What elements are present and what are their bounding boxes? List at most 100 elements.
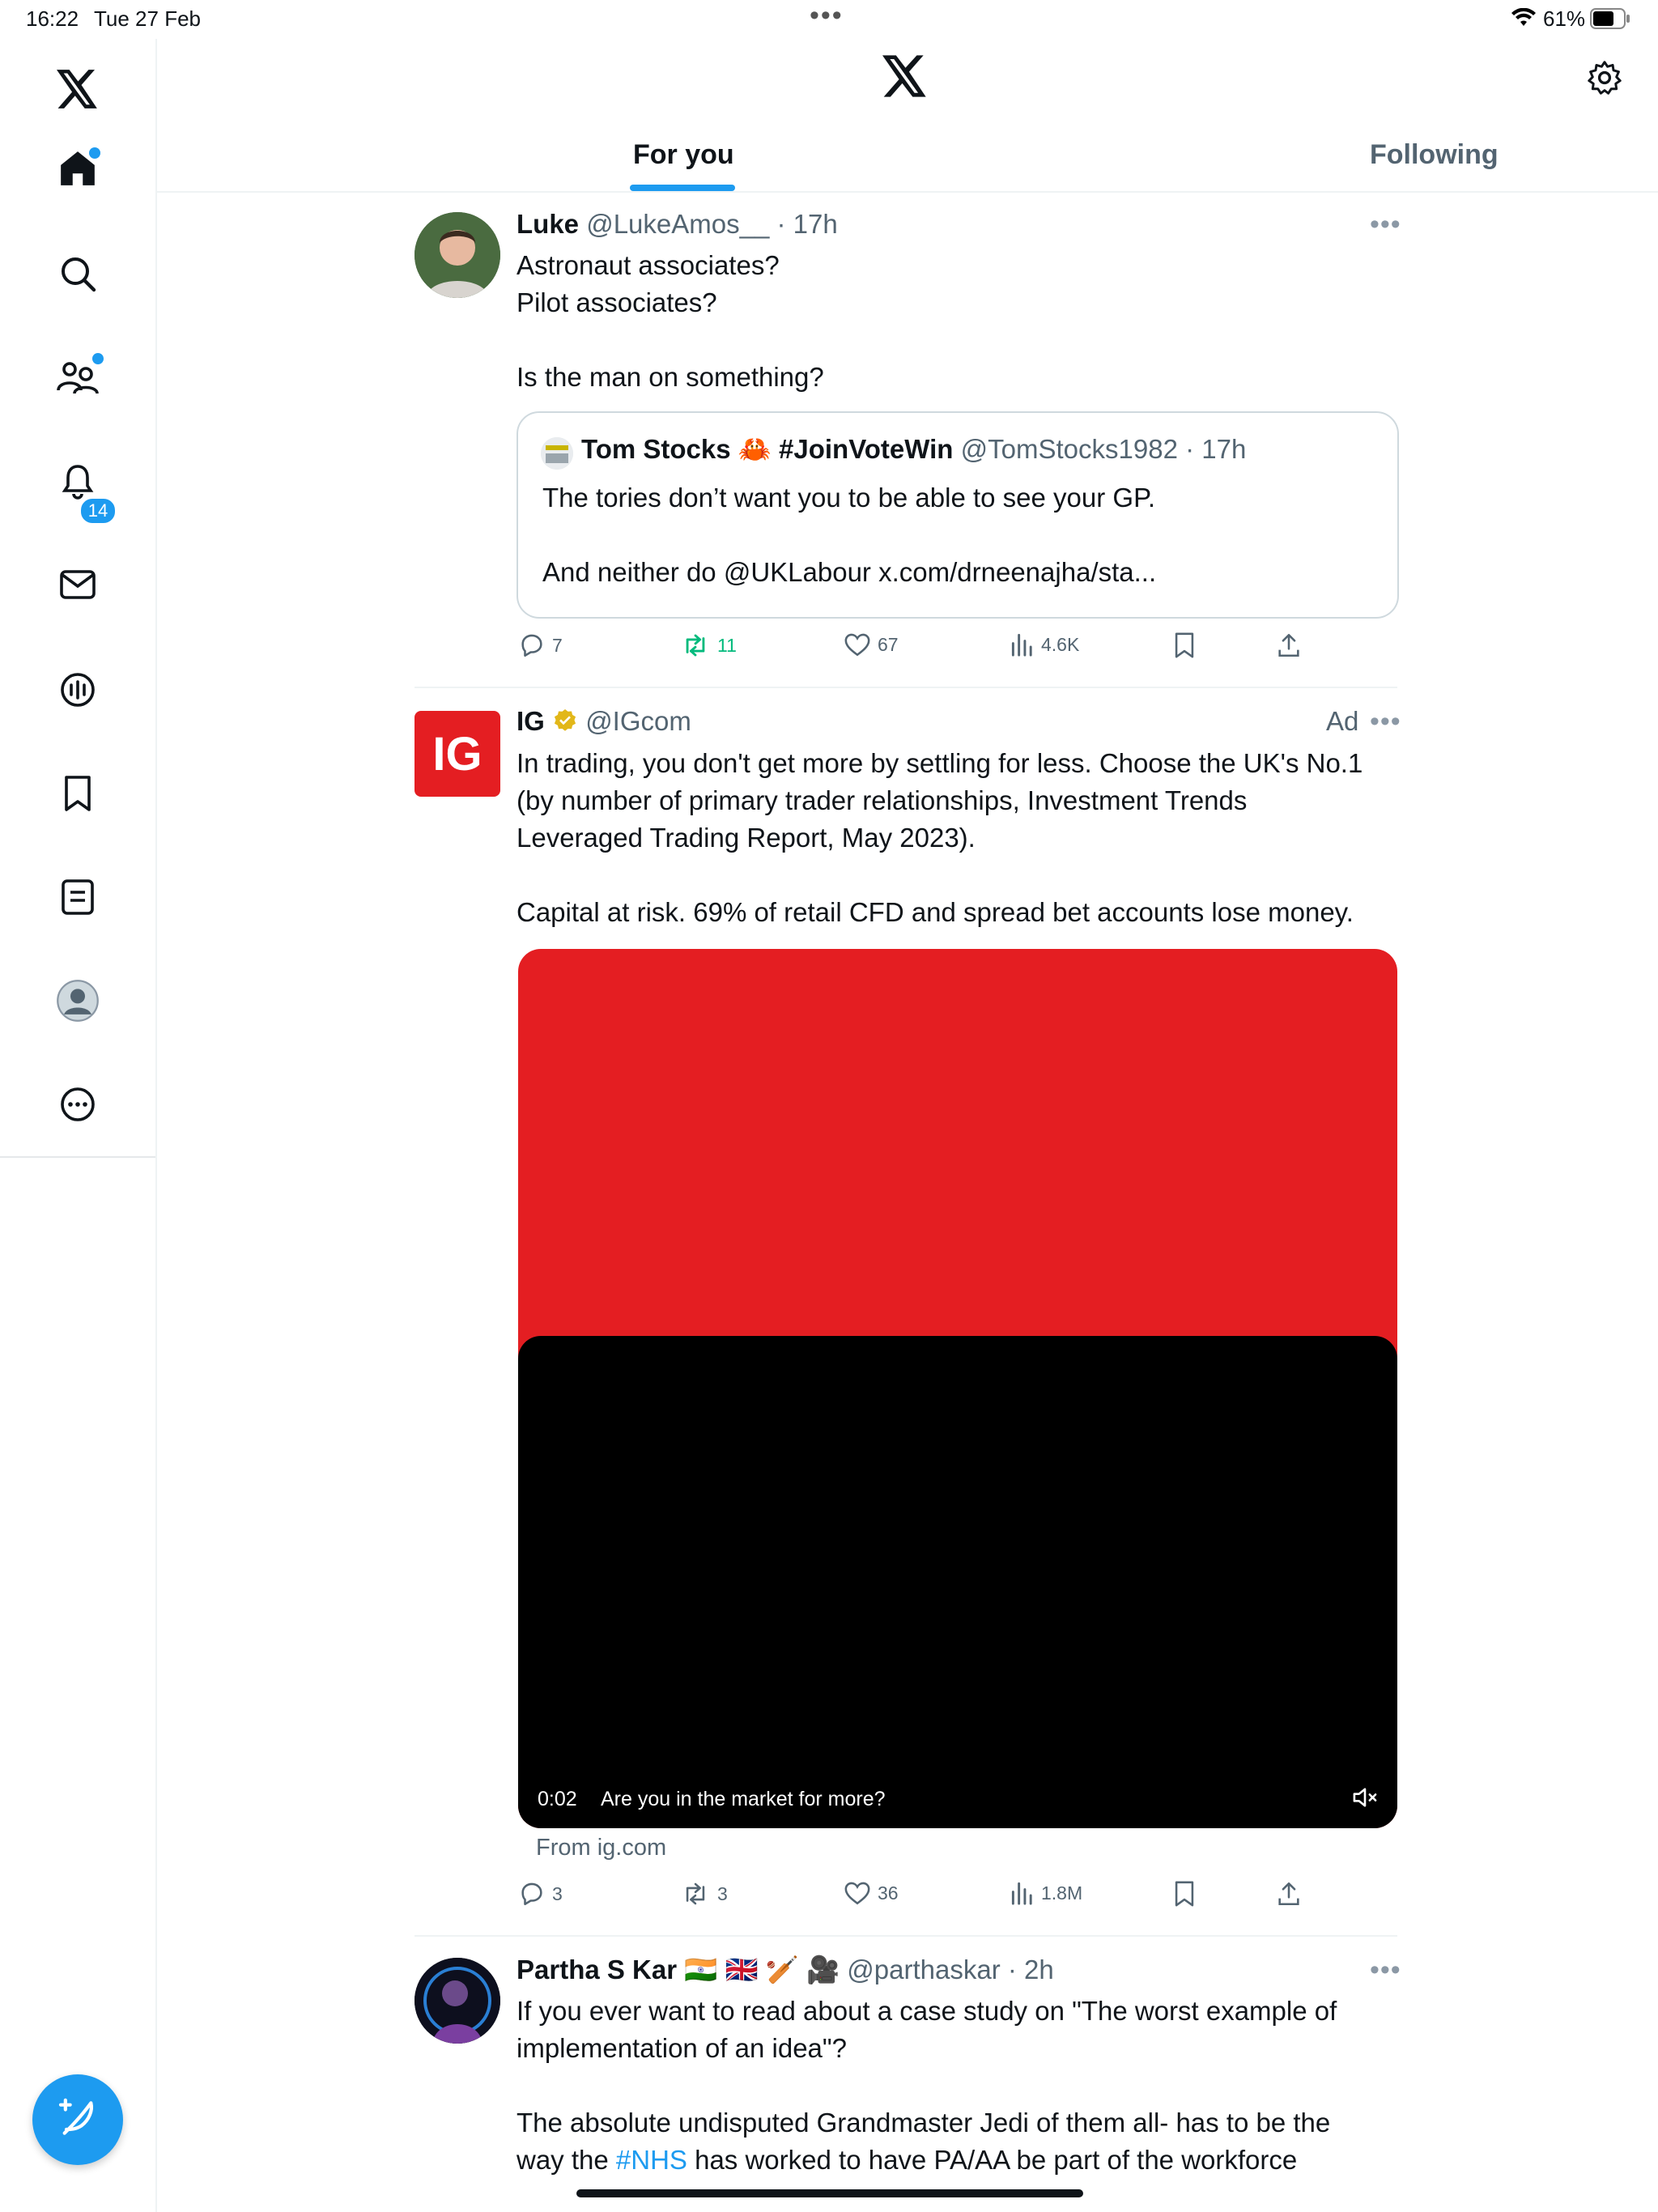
tweet-3-time[interactable]: 2h [1024,1955,1054,1984]
quoted-tweet[interactable]: Tom Stocks 🦀 #JoinVoteWin @TomStocks1982… [517,411,1399,619]
tweet-2-repost-button[interactable]: 3 [680,1880,728,1908]
status-date: Tue 27 Feb [94,6,202,31]
status-time: 16:22 [26,6,79,31]
avatar-partha[interactable] [414,1958,500,2044]
tweet-2-more-icon[interactable]: ••• [1370,706,1401,738]
tweet-1-line: Is the man on something? [517,362,824,392]
tweet-2-handle[interactable]: @IGcom [585,706,691,736]
quoted-tweet-text: The tories don’t want you to be able to … [542,479,1156,591]
tweet-2-actions: 3 3 36 1.8M [518,1880,1397,1912]
tweet-1-like-count: 67 [878,633,899,655]
tweet-1-text: Astronaut associates? Pilot associates? … [517,247,824,396]
header-x-logo-icon [882,55,928,101]
tweet-2-view-count: 1.8M [1041,1882,1083,1904]
sidebar: 14 [0,39,157,2212]
tweet-2-like-count: 36 [878,1882,899,1904]
spaces-icon[interactable] [45,657,110,722]
tweet-2-line: Capital at risk. 69% of retail CFD and s… [517,897,1354,927]
quoted-tweet-time: 17h [1201,434,1247,464]
tweet-2-repost-count: 3 [717,1882,728,1904]
tweet-1-more-icon[interactable]: ••• [1370,209,1401,240]
tweet-2-reply-count: 3 [552,1882,563,1904]
tweet-2-bookmark-icon[interactable] [1172,1880,1197,1908]
tweet-2-line: (by number of primary trader relationshi… [517,785,1248,815]
tweet-3-text-segment: has worked to have PA/AA be part of the … [687,2145,1298,2175]
battery-icon [1590,8,1630,35]
tab-for-you[interactable]: For you [633,139,734,171]
settings-gear-icon[interactable] [1587,60,1622,100]
tweet-1-reply-button[interactable]: 7 [518,632,563,659]
quoted-tweet-line: The tories don’t want you to be able to … [542,483,1156,513]
tweet-1-view-count: 4.6K [1041,633,1080,655]
ad-label: Ad [1326,706,1359,736]
ad-video[interactable]: 0:02 Are you in the market for more? [518,949,1397,1828]
tweet-1-views-button[interactable]: 4.6K [1010,632,1079,657]
tweet-1-time[interactable]: 17h [793,209,838,239]
tweet-3-line: implementation of an idea"? [517,2033,847,2063]
tweet-2-share-icon[interactable] [1276,1880,1302,1908]
video-timestamp: 0:02 [538,1788,577,1810]
home-icon[interactable] [45,136,110,201]
tweet-2-views-button[interactable]: 1.8M [1010,1880,1082,1906]
tweet-1-line: Pilot associates? [517,287,717,317]
tweet-1-actions: 7 11 67 4.6K [518,632,1397,664]
tweet-2-author-name[interactable]: IG [517,706,545,736]
tweet-divider [414,1935,1397,1937]
communities-unread-dot [92,353,104,364]
x-logo-icon[interactable] [45,57,110,121]
tweet-divider [414,687,1397,688]
tweet-1-repost-button[interactable]: 11 [680,632,737,659]
tweet-1-handle[interactable]: @LukeAmos__ [586,209,769,239]
tab-following[interactable]: Following [1370,139,1499,171]
mute-icon[interactable] [1350,1784,1380,1814]
quoted-tweet-author: Tom Stocks 🦀 #JoinVoteWin [581,434,954,464]
tweet-1-header: Luke @LukeAmos__ · 17h [517,209,838,239]
compose-icon [55,2095,100,2145]
messages-icon[interactable] [45,552,110,617]
hashtag-nhs-link[interactable]: #NHS [616,2145,687,2175]
quoted-tweet-handle: @TomStocks1982 [960,434,1178,464]
quoted-tweet-header: Tom Stocks 🦀 #JoinVoteWin @TomStocks1982… [581,434,1247,464]
ig-logo-text: IG [432,727,483,781]
tweet-3-author-name[interactable]: Partha S Kar 🇮🇳 🇬🇧 🏏 🎥 [517,1955,840,1984]
more-icon[interactable] [45,1072,110,1137]
tweet-1-bookmark-icon[interactable] [1172,632,1197,659]
tweet-3-line: The absolute undisputed Grandmaster Jedi… [517,2108,1331,2138]
tweet-1-author-name[interactable]: Luke [517,209,579,239]
ad-source-link[interactable]: From ig.com [536,1835,666,1861]
tweet-3-text: If you ever want to read about a case st… [517,1993,1337,2179]
tweet-2-like-button[interactable]: 36 [844,1880,899,1906]
profile-icon[interactable] [45,968,110,1033]
ig-logo[interactable]: IG [414,711,500,797]
tweet-1-share-icon[interactable] [1276,632,1302,659]
tweet-3-line: If you ever want to read about a case st… [517,1996,1337,2026]
battery-percent: 61% [1543,6,1586,31]
communities-icon[interactable] [45,345,110,410]
video-caption: Are you in the market for more? [601,1788,886,1810]
multitasking-dots-icon[interactable]: ••• [810,0,844,32]
tweet-2-reply-button[interactable]: 3 [518,1880,563,1908]
tweet-3-handle[interactable]: @parthaskar [847,1955,1000,1984]
avatar-luke[interactable] [414,212,500,298]
status-bar: 16:22 Tue 27 Feb ••• 61% [0,0,1658,39]
quoted-tweet-avatar [541,437,573,470]
timeline-tabs: For you Following [157,130,1658,193]
search-icon[interactable] [45,241,110,306]
tweet-1-like-button[interactable]: 67 [844,632,899,657]
tweet-3-more-icon[interactable]: ••• [1370,1955,1401,1986]
tab-active-indicator [630,185,735,191]
tweet-2-line: In trading, you don't get more by settli… [517,748,1363,778]
compose-button[interactable] [32,2074,123,2165]
verified-gold-icon [552,708,578,740]
sidebar-divider [0,1156,155,1158]
notifications-badge: 14 [79,497,117,525]
lists-icon[interactable] [45,865,110,929]
wifi-icon [1511,7,1537,33]
home-indicator[interactable] [576,2189,1083,2197]
tweet-1-line: Astronaut associates? [517,250,780,280]
tweet-3-line: way the #NHS has worked to have PA/AA be… [517,2142,1337,2179]
home-unread-dot [89,147,100,159]
tweet-2-text: In trading, you don't get more by settli… [517,745,1363,931]
bookmarks-icon[interactable] [45,761,110,826]
video-frame [518,1336,1397,1828]
